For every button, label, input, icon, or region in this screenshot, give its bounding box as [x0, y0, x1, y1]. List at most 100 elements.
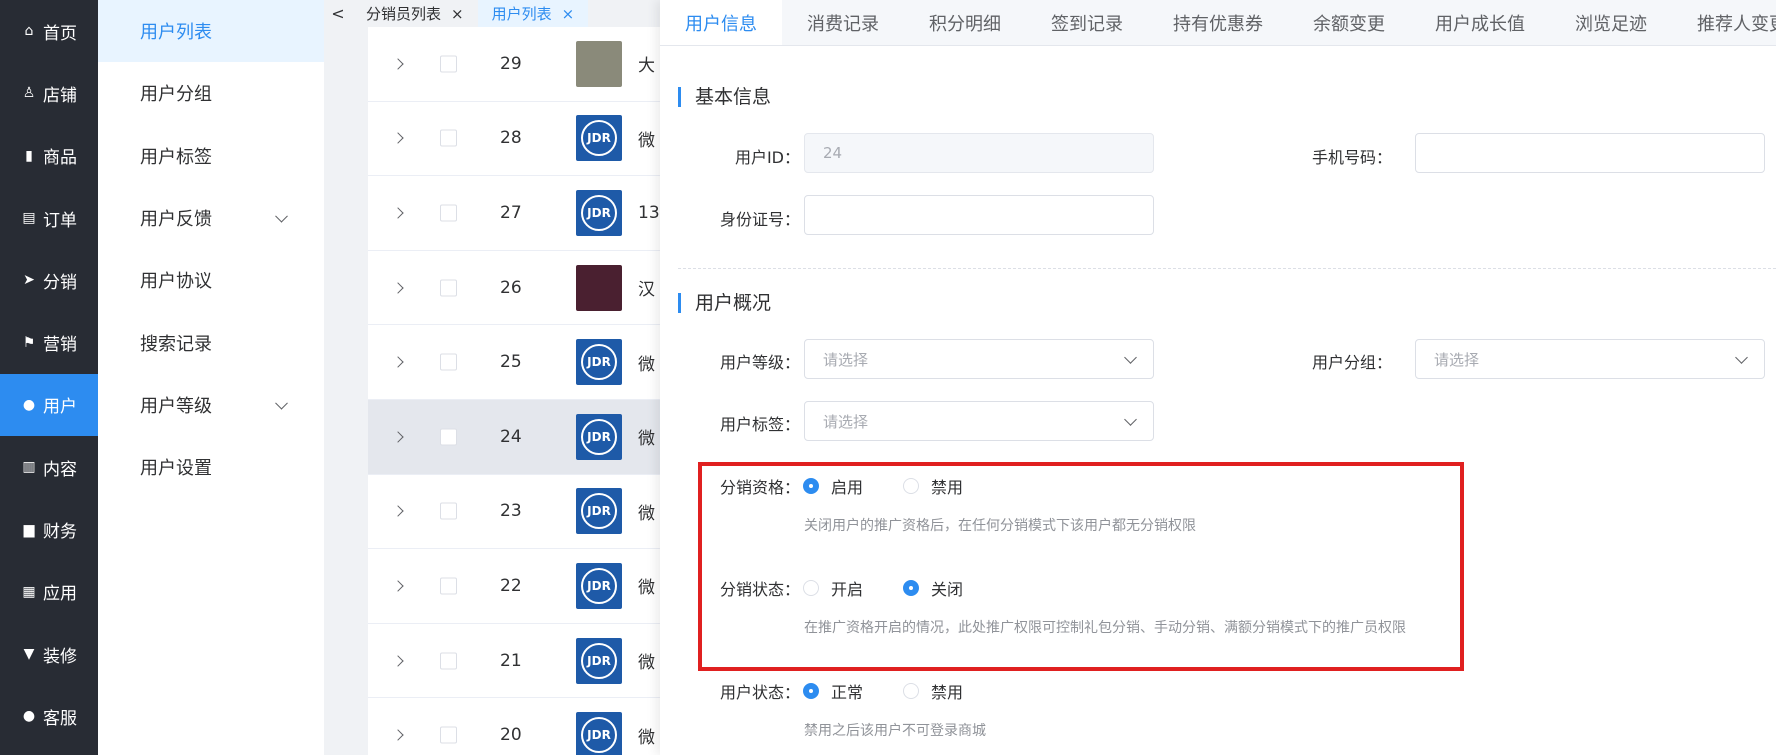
nav-item-finance[interactable]: ▆ 财务 — [0, 498, 98, 560]
table-row[interactable]: 24 JDR 微 — [368, 399, 660, 475]
submenu-item-user-level[interactable]: 用户等级 — [98, 374, 324, 436]
submenu-item-user-list[interactable]: 用户列表 — [98, 0, 324, 63]
nav-item-decoration[interactable]: ▼ 装修 — [0, 623, 98, 685]
tab-distributor-list[interactable]: 分销员列表 × — [352, 0, 478, 27]
tab-label: 分销员列表 — [366, 5, 442, 23]
logo-icon: JDR — [581, 194, 617, 231]
tab-balance[interactable]: 余额变更 — [1288, 0, 1410, 45]
radio-status-open[interactable]: 开启 — [803, 576, 863, 600]
table-row[interactable]: 21 JDR 微 — [368, 624, 660, 699]
logo-icon: JDR — [581, 642, 617, 679]
nav-item-goods[interactable]: ▮ 商品 — [0, 125, 98, 187]
user-status-label: 用户状态： — [719, 683, 800, 702]
distribution-qual-label: 分销资格： — [719, 478, 800, 497]
user-group-select[interactable]: 请选择 — [1415, 339, 1765, 379]
chevron-down-icon — [1735, 351, 1748, 364]
idcard-field[interactable] — [804, 195, 1154, 235]
avatar: JDR — [576, 339, 622, 386]
submenu-item-agreement[interactable]: 用户协议 — [98, 249, 324, 311]
expand-icon[interactable] — [392, 729, 404, 741]
row-checkbox[interactable] — [440, 428, 457, 446]
table-row[interactable]: 25 JDR 微 — [368, 325, 660, 400]
expand-icon[interactable] — [392, 431, 404, 443]
row-checkbox[interactable] — [440, 726, 457, 744]
expand-icon[interactable] — [392, 281, 404, 294]
radio-user-disabled[interactable]: 禁用 — [903, 679, 963, 703]
table-row[interactable]: 23 JDR 微 — [368, 475, 660, 550]
table-row[interactable]: 22 JDR 微 — [368, 549, 660, 624]
phone-field[interactable] — [1415, 133, 1765, 173]
expand-icon[interactable] — [392, 505, 404, 518]
nav-item-store[interactable]: ♙ 店铺 — [0, 62, 98, 124]
nav-item-content[interactable]: ▥ 内容 — [0, 436, 98, 498]
send-icon: ➤ — [23, 272, 35, 289]
tab-user-list[interactable]: 用户列表 × — [477, 0, 589, 27]
nav-item-users[interactable]: ● 用户 — [0, 373, 98, 437]
tab-footprint[interactable]: 浏览足迹 — [1550, 0, 1672, 45]
tab-points[interactable]: 积分明细 — [904, 0, 1026, 45]
radio-qual-enable[interactable]: 启用 — [803, 474, 863, 498]
chevron-down-icon — [1124, 351, 1137, 364]
tab-checkin[interactable]: 签到记录 — [1026, 0, 1148, 45]
user-tag-select[interactable]: 请选择 — [804, 401, 1154, 441]
nav-label: 财务 — [43, 522, 77, 543]
user-id-label: 用户ID： — [734, 148, 800, 167]
nav-item-service[interactable]: ● 客服 — [0, 685, 98, 747]
submenu-item-search-log[interactable]: 搜索记录 — [98, 311, 324, 373]
user-tag-label: 用户标签： — [719, 415, 800, 434]
submenu-item-user-settings[interactable]: 用户设置 — [98, 436, 324, 498]
avatar — [576, 40, 622, 87]
radio-label: 关闭 — [931, 580, 964, 599]
row-id: 28 — [500, 128, 522, 149]
radio-user-normal[interactable]: 正常 — [803, 679, 863, 703]
distribution-status-hint: 在推广资格开启的情况，此处推广权限可控制礼包分销、手动分销、满额分销模式下的推广… — [804, 620, 1406, 636]
row-checkbox[interactable] — [440, 502, 457, 520]
row-id: 25 — [500, 352, 522, 373]
expand-icon[interactable] — [392, 207, 404, 219]
row-checkbox[interactable] — [440, 129, 457, 147]
row-checkbox[interactable] — [440, 577, 457, 595]
nav-item-distribution[interactable]: ➤ 分销 — [0, 249, 98, 311]
row-checkbox[interactable] — [440, 55, 457, 73]
tab-consumption[interactable]: 消费记录 — [782, 0, 904, 45]
radio-label: 正常 — [831, 683, 864, 702]
tab-referrer[interactable]: 推荐人变更 — [1672, 0, 1776, 45]
nav-label: 客服 — [43, 708, 77, 729]
nav-item-orders[interactable]: ▤ 订单 — [0, 187, 98, 249]
submenu-item-user-tag[interactable]: 用户标签 — [98, 125, 324, 187]
row-checkbox[interactable] — [440, 652, 457, 670]
row-id: 29 — [500, 53, 522, 74]
expand-icon[interactable] — [392, 654, 404, 667]
tab-growth[interactable]: 用户成长值 — [1410, 0, 1550, 45]
radio-qual-disable[interactable]: 禁用 — [903, 474, 963, 498]
expand-icon[interactable] — [392, 356, 404, 368]
table-row[interactable]: 27 JDR 13 — [368, 176, 660, 251]
table-row[interactable]: 26 汉 — [368, 251, 660, 326]
close-icon[interactable]: × — [451, 5, 464, 23]
expand-icon[interactable] — [392, 580, 404, 592]
nav-item-marketing[interactable]: ⚑ 营销 — [0, 311, 98, 373]
nav-item-home[interactable]: ⌂ 首页 — [0, 0, 98, 62]
tab-user-info[interactable]: 用户信息 — [660, 0, 782, 45]
row-name: 微 — [638, 653, 655, 674]
table-row[interactable]: 29 大 — [368, 27, 660, 102]
user-level-select[interactable]: 请选择 — [804, 339, 1154, 379]
expand-icon[interactable] — [392, 132, 404, 145]
submenu-item-feedback[interactable]: 用户反馈 — [98, 187, 324, 249]
user-group-label: 用户分组： — [1311, 353, 1392, 372]
detail-tabs: 用户信息 消费记录 积分明细 签到记录 持有优惠券 余额变更 用户成长值 浏览足… — [660, 0, 1776, 46]
row-checkbox[interactable] — [440, 353, 457, 371]
expand-icon[interactable] — [392, 58, 404, 70]
row-checkbox[interactable] — [440, 204, 457, 222]
chevron-left-icon[interactable]: < — [324, 4, 352, 23]
submenu-item-user-group[interactable]: 用户分组 — [98, 62, 324, 124]
tab-coupons[interactable]: 持有优惠券 — [1148, 0, 1288, 45]
row-checkbox[interactable] — [440, 279, 457, 297]
nav-item-apps[interactable]: ▦ 应用 — [0, 561, 98, 623]
radio-status-close[interactable]: 关闭 — [903, 576, 963, 600]
close-icon[interactable]: × — [562, 5, 575, 23]
page-tabs: < 分销员列表 × 用户列表 × — [324, 0, 660, 27]
table-row[interactable]: 20 JDR 微 — [368, 698, 660, 755]
nav-label: 装修 — [43, 646, 77, 667]
table-row[interactable]: 28 JDR 微 — [368, 102, 660, 177]
